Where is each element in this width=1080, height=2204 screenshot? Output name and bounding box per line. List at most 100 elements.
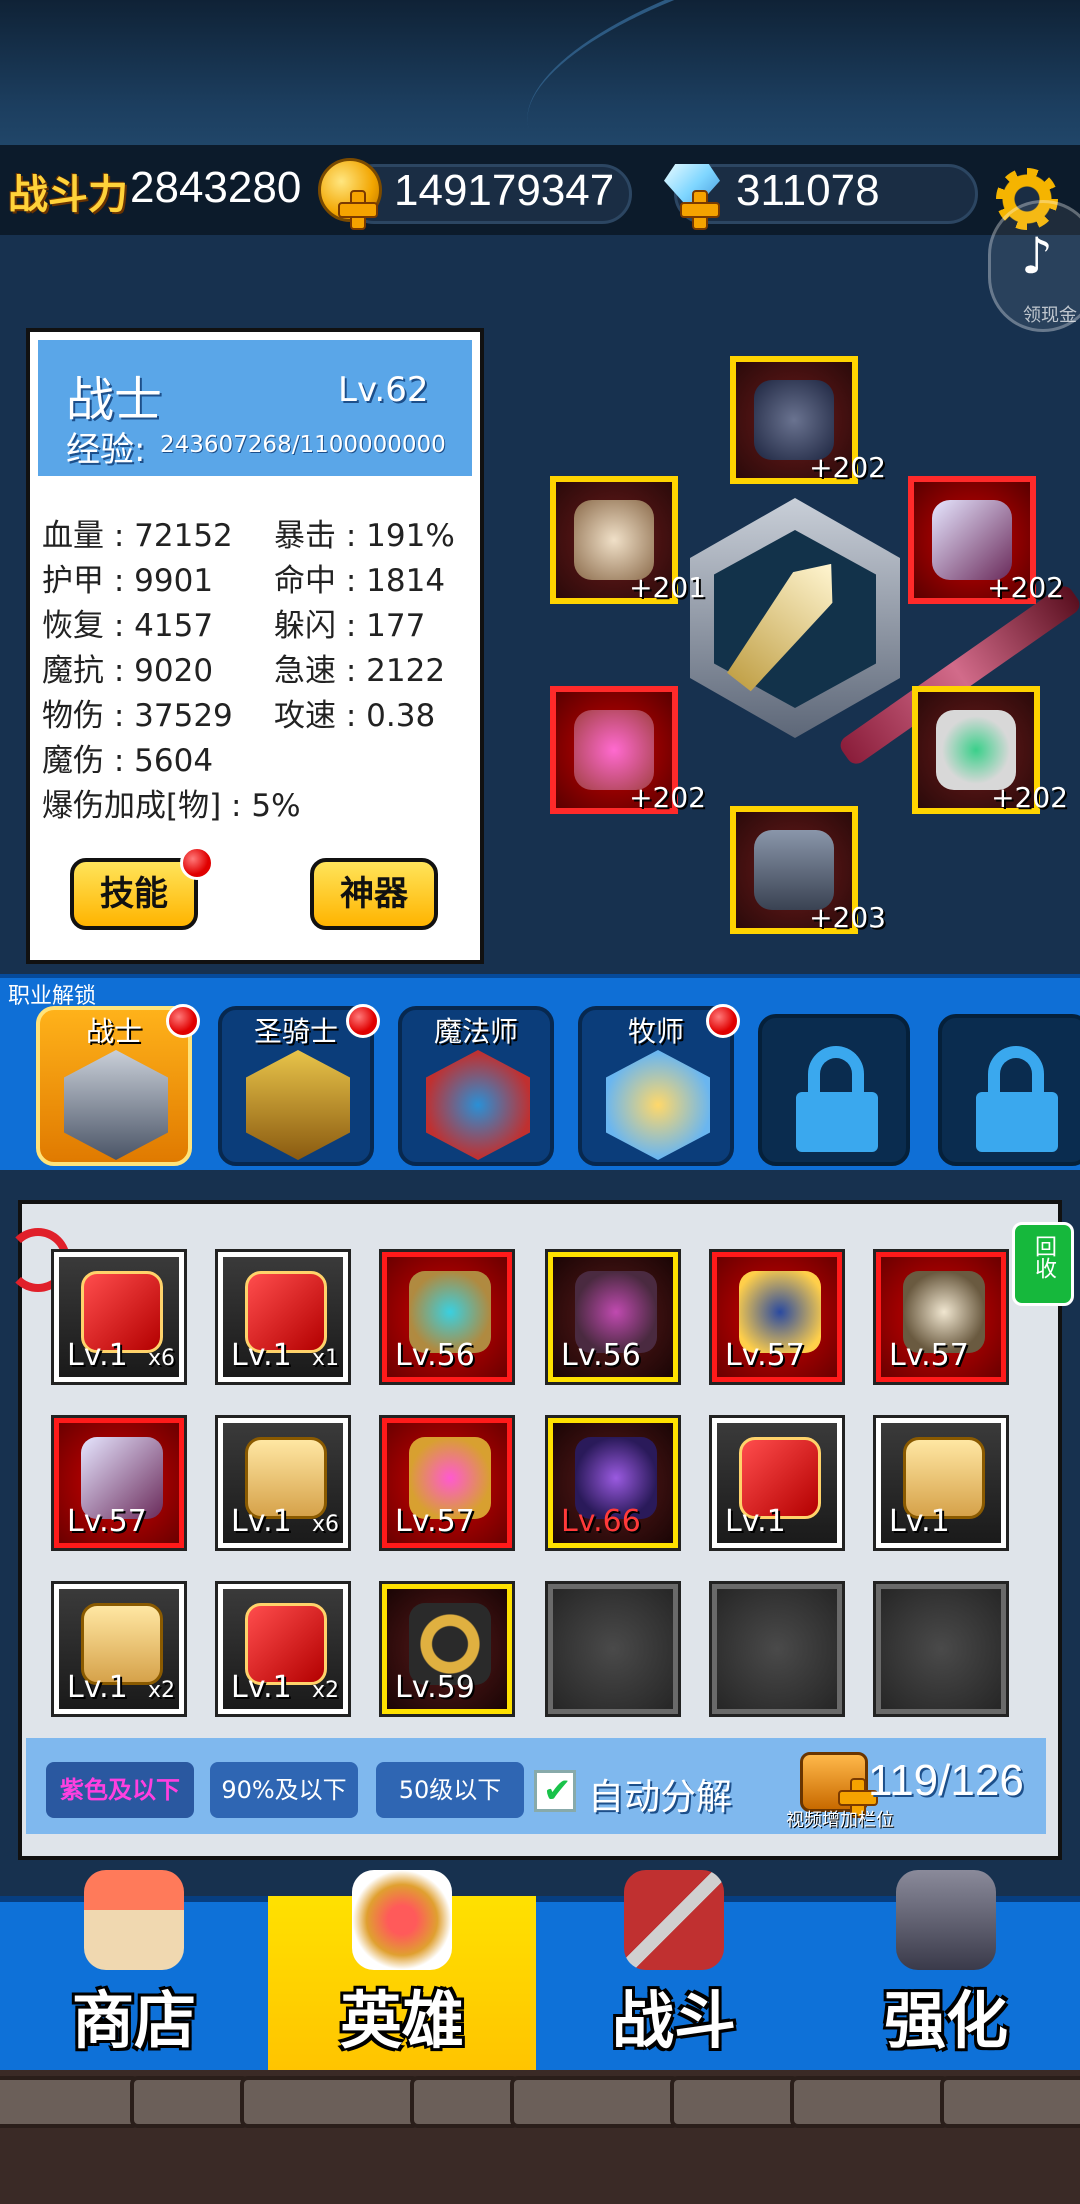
recycle-bin-button[interactable]: 回收 xyxy=(1012,1222,1074,1306)
slot-level: Lv.56 xyxy=(395,1338,475,1373)
nav-hero[interactable]: 英雄 xyxy=(268,1870,536,2070)
inventory-slot[interactable]: Lv.57 xyxy=(873,1249,1009,1385)
hero-header: 战士 Lv.62 经验: 243607268/1100000000 xyxy=(38,340,472,476)
class-notify-dot xyxy=(346,1004,380,1038)
skills-button[interactable]: 技能 xyxy=(70,858,198,930)
brick xyxy=(0,2076,140,2128)
equip-armor-slot[interactable]: +201 xyxy=(550,476,706,604)
inventory-slot[interactable]: Lv.66 xyxy=(545,1415,681,1551)
add-gold-icon[interactable] xyxy=(338,190,378,230)
shop-house-icon xyxy=(84,1870,184,1970)
slot-count: x6 xyxy=(311,1512,339,1537)
slot-level: Lv.1 xyxy=(67,1670,128,1705)
slot-count: x2 xyxy=(311,1678,339,1703)
auto-decompose-checkbox[interactable] xyxy=(534,1770,576,1812)
inventory-slot[interactable]: Lv.1 x6 xyxy=(51,1249,187,1385)
nav-shop[interactable]: 商店 xyxy=(0,1870,268,2070)
inventory-slot[interactable]: Lv.56 xyxy=(379,1249,515,1385)
stat-aspd: 攻速 : 0.38 xyxy=(274,698,436,734)
power-label: 战斗力 xyxy=(8,172,128,218)
filter-purple[interactable]: 紫色及以下 xyxy=(46,1762,194,1818)
ring-icon xyxy=(936,710,1016,790)
artifact-button[interactable]: 神器 xyxy=(310,858,438,930)
inventory-slot[interactable]: Lv.56 xyxy=(545,1249,681,1385)
slot-count: x2 xyxy=(147,1678,175,1703)
class-tab-locked[interactable] xyxy=(938,1014,1080,1166)
equip-boots-slot[interactable]: +203 xyxy=(730,806,886,934)
brick xyxy=(670,2076,800,2128)
anvil-hammer-icon xyxy=(896,1870,996,1970)
inventory-slot[interactable]: Lv.57 xyxy=(379,1415,515,1551)
exp-label: 经验: xyxy=(66,430,146,470)
slot-count: x6 xyxy=(147,1346,175,1371)
gold-value: 149179347 xyxy=(394,166,615,215)
recycle-label: 回收 xyxy=(1031,1235,1056,1279)
brick xyxy=(940,2076,1080,2128)
paladin-hammer-icon xyxy=(246,1050,350,1160)
inventory-slot[interactable]: Lv.1 x2 xyxy=(215,1581,351,1717)
inventory-capacity: 119/126 xyxy=(868,1756,1024,1805)
nav-upgrade[interactable]: 强化 xyxy=(812,1870,1080,2070)
brick xyxy=(510,2076,680,2128)
equip-plus: +201 xyxy=(629,571,706,604)
slot-level: Lv.1 xyxy=(889,1504,950,1539)
class-notify-dot xyxy=(706,1004,740,1038)
slot-level: Lv.59 xyxy=(395,1670,475,1705)
tiktok-reward-bubble[interactable]: ♪ 领现金 xyxy=(988,200,1080,332)
stat-dodge: 躲闪 : 177 xyxy=(274,608,426,644)
inventory-slot[interactable]: Lv.57 xyxy=(709,1249,845,1385)
slot-level: Lv.1 xyxy=(231,1504,292,1539)
equip-helmet-slot[interactable]: +202 xyxy=(730,356,886,484)
inventory-slot[interactable]: Lv.1 x2 xyxy=(51,1581,187,1717)
inventory-slot-empty[interactable] xyxy=(873,1581,1009,1717)
nav-label: 强化 xyxy=(883,1984,1008,2057)
equip-weapon-slot[interactable]: +202 xyxy=(908,476,1064,604)
slot-level: Lv.57 xyxy=(889,1338,969,1373)
brick xyxy=(790,2076,950,2128)
class-tab-mage[interactable]: 魔法师 xyxy=(398,1006,554,1166)
auto-decompose-label: 自动分解 xyxy=(588,1777,733,1818)
stat-hit: 命中 : 1814 xyxy=(274,563,446,599)
filter-90pct[interactable]: 90%及以下 xyxy=(210,1762,358,1818)
stat-crit: 暴击 : 191% xyxy=(274,518,455,554)
crossed-swords-icon xyxy=(624,1870,724,1970)
inventory-slot[interactable]: Lv.57 xyxy=(51,1415,187,1551)
weapon-icon xyxy=(932,500,1012,580)
add-diamond-icon[interactable] xyxy=(680,190,720,230)
inventory-slot-empty[interactable] xyxy=(545,1581,681,1717)
filter-level50[interactable]: 50级以下 xyxy=(376,1762,524,1818)
power-value: 2843280 xyxy=(130,163,302,212)
slot-level: Lv.1 xyxy=(231,1338,292,1373)
tiktok-note-icon: ♪ xyxy=(1021,227,1053,285)
inventory-slot-empty[interactable] xyxy=(709,1581,845,1717)
slot-level: Lv.57 xyxy=(725,1338,805,1373)
brick xyxy=(410,2076,520,2128)
inventory-slot[interactable]: Lv.1 xyxy=(873,1415,1009,1551)
stat-hp: 血量 : 72152 xyxy=(42,518,233,554)
warrior-sword-icon xyxy=(64,1050,168,1160)
stat-armor: 护甲 : 9901 xyxy=(42,563,214,599)
capacity-note: 视频增加栏位 xyxy=(786,1810,894,1831)
sky-background xyxy=(0,0,1080,225)
chalice-icon xyxy=(574,710,654,790)
stat-mdmg: 魔伤 : 5604 xyxy=(42,743,214,779)
stat-haste: 急速 : 2122 xyxy=(274,653,446,689)
slot-level: Lv.56 xyxy=(561,1338,641,1373)
slot-level: Lv.1 xyxy=(725,1504,786,1539)
inventory-slot[interactable]: Lv.1 x1 xyxy=(215,1249,351,1385)
inventory-slot[interactable]: Lv.1 x6 xyxy=(215,1415,351,1551)
slot-level: Lv.1 xyxy=(231,1670,292,1705)
boots-icon xyxy=(754,830,834,910)
class-tab-locked[interactable] xyxy=(758,1014,910,1166)
inventory-slot[interactable]: Lv.1 xyxy=(709,1415,845,1551)
equip-chalice-slot[interactable]: +202 xyxy=(550,686,706,814)
inventory-slot[interactable]: Lv.59 xyxy=(379,1581,515,1717)
stat-pdmg: 物伤 : 37529 xyxy=(42,698,233,734)
tiktok-label: 领现金 xyxy=(1023,305,1077,326)
nav-battle[interactable]: 战斗 xyxy=(540,1870,808,2070)
class-notify-dot xyxy=(166,1004,200,1038)
equip-plus: +202 xyxy=(991,781,1068,814)
equip-ring-slot[interactable]: +202 xyxy=(912,686,1068,814)
diamond-value: 311078 xyxy=(736,166,880,215)
slot-level: Lv.57 xyxy=(395,1504,475,1539)
